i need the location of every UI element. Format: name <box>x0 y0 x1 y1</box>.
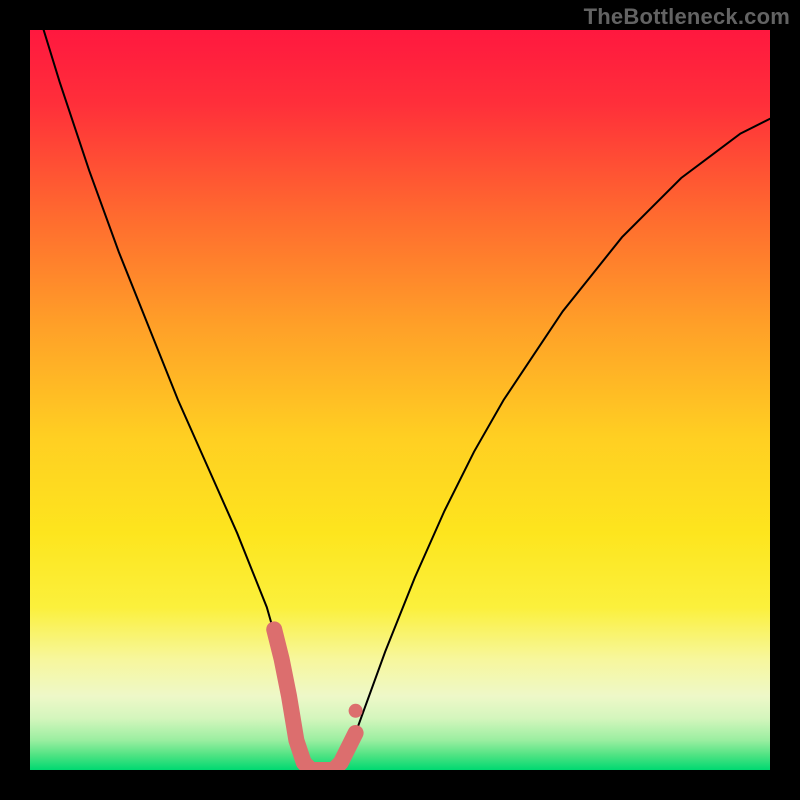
highlight-valley <box>274 629 355 770</box>
curve-layer <box>30 30 770 770</box>
plot-area <box>30 30 770 770</box>
watermark-text: TheBottleneck.com <box>584 4 790 30</box>
chart-frame: TheBottleneck.com <box>0 0 800 800</box>
highlight-dot <box>349 704 363 718</box>
bottleneck-curve <box>30 30 770 770</box>
